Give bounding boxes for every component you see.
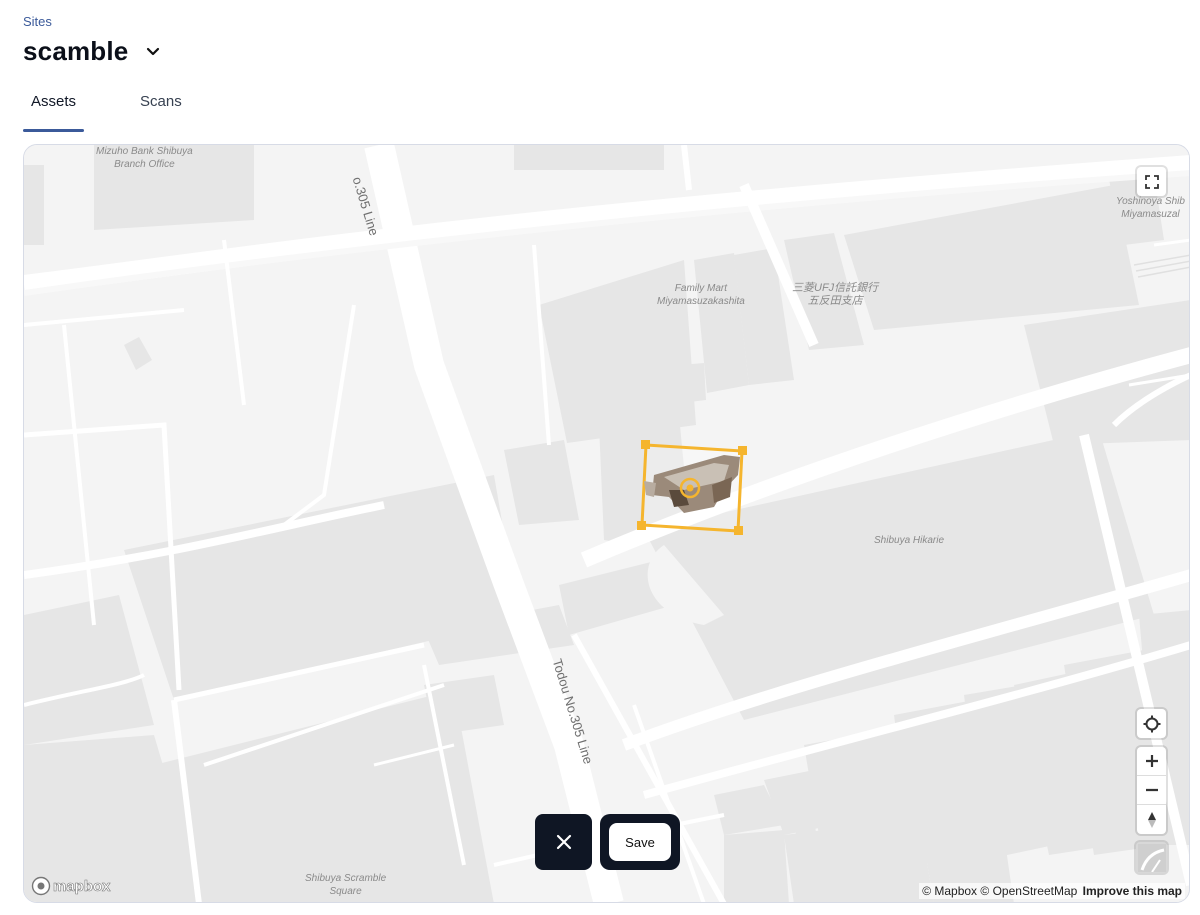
save-button[interactable]: Save [609, 823, 671, 861]
map-thumbnail-icon [1137, 843, 1166, 872]
save-button-frame: Save [600, 814, 680, 870]
page-title: scamble [23, 36, 129, 66]
title-row: scamble [23, 36, 164, 67]
breadcrumb[interactable]: Sites [23, 14, 52, 29]
mapbox-logo-text: mapbox [53, 877, 111, 895]
tab-assets[interactable]: Assets [23, 88, 85, 132]
geolocate-button[interactable] [1137, 709, 1166, 738]
scan-asset-overlay [637, 440, 747, 535]
map-label-hikarie: Shibuya Hikarie [874, 535, 945, 546]
improve-map-link[interactable]: Improve this map [1083, 884, 1182, 898]
map-label-mufg: 三菱UFJ信託銀行 五反田支店 [792, 282, 879, 307]
attribution-osm[interactable]: © OpenStreetMap [980, 884, 1077, 898]
fullscreen-icon [1144, 174, 1159, 189]
compass-icon [1147, 811, 1156, 828]
attribution-mapbox[interactable]: © Mapbox [922, 884, 977, 898]
zoom-out-button[interactable] [1137, 776, 1166, 805]
map-attribution: © Mapbox © OpenStreetMap Improve this ma… [919, 883, 1185, 899]
fullscreen-button[interactable] [1137, 167, 1166, 196]
zoom-controls [1137, 747, 1166, 834]
zoom-in-button[interactable] [1137, 747, 1166, 776]
map-view[interactable]: Mizuho Bank Shibuya Branch Office Family … [23, 144, 1190, 903]
tab-bar: Assets Scans [23, 88, 238, 132]
map-label-familymart: Family Mart Miyamasuzakashita [657, 283, 745, 307]
map-label-scramble-square: Shibuya Scramble Square [305, 873, 387, 897]
chevron-down-icon[interactable] [142, 41, 164, 63]
map-style-toggle[interactable] [1136, 842, 1167, 873]
tab-scans[interactable]: Scans [132, 88, 190, 132]
cancel-button[interactable] [535, 814, 592, 870]
map-label-mizuho: Mizuho Bank Shibuya Branch Office [96, 146, 193, 170]
compass-button[interactable] [1137, 805, 1166, 834]
map-label-yoshinoya: Yoshinoya Shib Miyamasuzal [1116, 196, 1185, 220]
minus-icon [1145, 788, 1158, 792]
plus-icon [1145, 755, 1158, 767]
close-icon [556, 834, 571, 850]
mapbox-logo[interactable]: mapbox [31, 876, 111, 896]
mapbox-logo-icon [31, 876, 51, 896]
map-canvas[interactable] [24, 145, 1190, 903]
crosshair-icon [1143, 715, 1160, 732]
